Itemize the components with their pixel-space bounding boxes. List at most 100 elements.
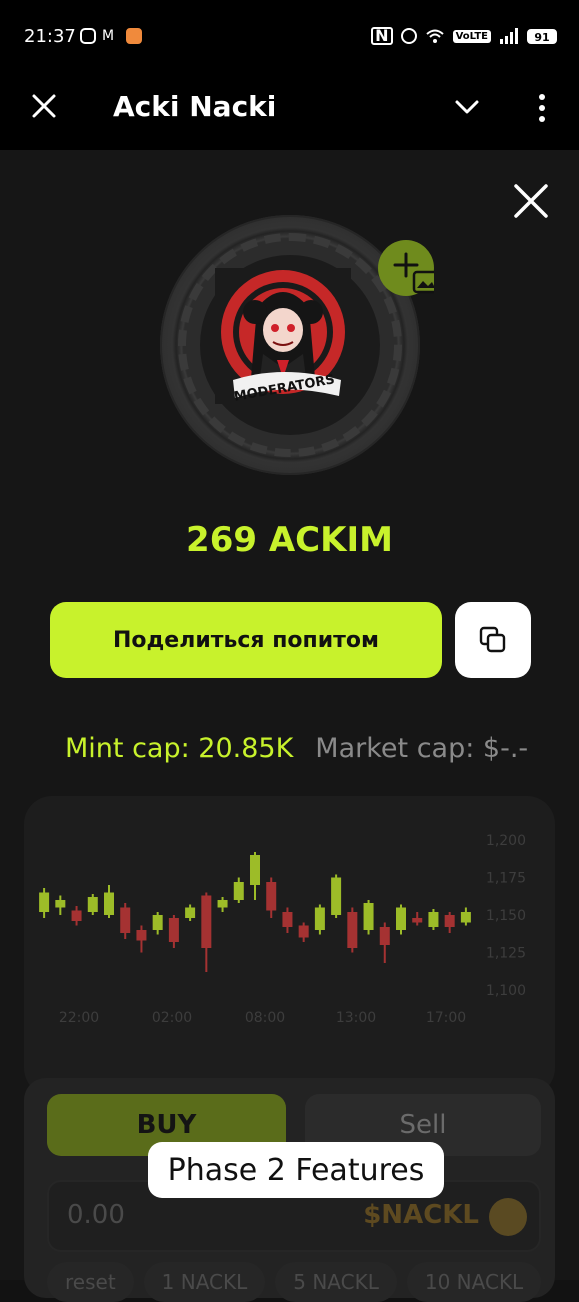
candle <box>217 897 228 912</box>
caps-row: Mint cap: 20.85K Market cap: $-.- <box>65 733 528 764</box>
candle-body <box>71 910 82 921</box>
avatar-caption-layer: MODERATORS <box>233 372 336 404</box>
wifi-icon <box>425 29 444 43</box>
candle-body <box>250 855 260 885</box>
add-image-icon <box>393 252 440 294</box>
candle <box>363 900 374 935</box>
candle <box>428 909 439 930</box>
candle <box>314 904 325 935</box>
status-right-icons: N VoLTE 91 <box>371 27 557 45</box>
token-amount: 269 ACKIM <box>186 520 393 560</box>
app-bar: Acki Nacki <box>0 72 579 150</box>
preset-chips: reset 1 NACKL 5 NACKL 10 NACKL <box>47 1262 542 1302</box>
candle <box>55 895 66 915</box>
mint-cap: Mint cap: 20.85K <box>65 733 294 764</box>
candle <box>298 922 309 942</box>
add-image-button[interactable] <box>378 240 440 296</box>
candle <box>136 925 147 953</box>
close-icon[interactable] <box>28 90 60 122</box>
signal-icon <box>500 28 518 44</box>
chip-reset[interactable]: reset <box>47 1262 134 1302</box>
battery-icon: 91 <box>527 28 557 44</box>
more-options-icon[interactable] <box>530 92 554 124</box>
x-tick-label: 02:00 <box>152 1010 192 1026</box>
y-tick-label: 1,100 <box>486 983 526 999</box>
candle-body <box>331 877 342 915</box>
y-tick-label: 1,200 <box>486 833 526 849</box>
gmail-icon: M <box>102 28 115 44</box>
status-time: 21:37 <box>24 26 76 47</box>
candle <box>39 888 50 918</box>
volte-badge: VoLTE <box>452 29 491 43</box>
candle <box>152 912 163 935</box>
price-chart-card: 1,200 1,175 1,150 1,125 1,100 22:00 02:00 08:00… <box>24 796 555 1096</box>
candle <box>282 907 293 933</box>
copy-button[interactable] <box>455 602 531 678</box>
candle <box>266 877 277 918</box>
alarm-icon <box>400 28 417 44</box>
status-bar: 21:37 M N VoLTE 91 <box>0 0 579 72</box>
nfc-icon: N <box>371 27 393 45</box>
candle-body <box>298 925 309 938</box>
market-cap: Market cap: $-.- <box>315 733 529 764</box>
share-button[interactable]: Поделиться попитом <box>50 602 442 678</box>
candle <box>201 892 212 972</box>
y-tick-label: 1,150 <box>486 908 526 924</box>
phase2-tooltip: Phase 2 Features <box>148 1142 444 1198</box>
candle-body <box>282 912 293 927</box>
sell-tab-label: Sell <box>399 1110 447 1140</box>
status-left-icons: M <box>80 28 142 44</box>
close-panel-icon[interactable] <box>510 180 552 222</box>
share-button-label: Поделиться попитом <box>112 627 379 653</box>
avatar-caption: MODERATORS <box>233 372 336 404</box>
candle-body <box>185 907 196 918</box>
copy-icon <box>479 626 506 653</box>
candle-body <box>217 900 228 908</box>
candle-body <box>55 900 66 908</box>
y-tick-label: 1,125 <box>486 946 526 962</box>
candle <box>331 874 342 918</box>
candle-body <box>104 892 114 915</box>
candle <box>120 903 131 939</box>
chip-10-nackl[interactable]: 10 NACKL <box>406 1262 542 1302</box>
candle <box>396 904 406 935</box>
candle <box>444 912 455 933</box>
candle <box>250 852 260 900</box>
token-avatar[interactable]: MODERATORS <box>215 268 351 404</box>
candle <box>185 904 196 921</box>
smile-icon <box>489 1198 527 1236</box>
candle <box>379 922 390 963</box>
candle <box>460 907 471 926</box>
candle-body <box>266 882 277 911</box>
candle-body <box>444 915 455 927</box>
candle-body <box>87 897 98 912</box>
candle-body <box>428 912 439 927</box>
candle-body <box>363 903 374 930</box>
candle-body <box>233 882 244 900</box>
candle-body <box>120 907 131 933</box>
candle-body <box>39 892 50 912</box>
candle-body <box>347 912 358 948</box>
candle <box>71 906 82 926</box>
candle-body <box>379 927 390 945</box>
candle <box>168 915 179 948</box>
currency-label: $NACKL <box>363 1200 479 1230</box>
chevron-down-icon[interactable] <box>452 92 482 122</box>
candle-body <box>412 918 423 923</box>
candle <box>347 907 358 953</box>
tooltip-text: Phase 2 Features <box>167 1152 425 1188</box>
candle <box>233 877 244 903</box>
x-tick-label: 22:00 <box>59 1010 99 1026</box>
instagram-icon <box>80 28 96 44</box>
candle-body <box>168 918 179 942</box>
chip-5-nackl[interactable]: 5 NACKL <box>275 1262 397 1302</box>
chip-1-nackl[interactable]: 1 NACKL <box>143 1262 266 1302</box>
candle <box>87 894 98 915</box>
price-chart: 1,200 1,175 1,150 1,125 1,100 22:00 02:00 08:00… <box>39 833 526 1026</box>
candle-body <box>201 895 212 948</box>
candle <box>412 912 423 926</box>
candle-body <box>396 907 406 930</box>
buy-tab-label: BUY <box>136 1110 197 1140</box>
candle-body <box>152 915 163 930</box>
x-tick-label: 08:00 <box>245 1010 285 1026</box>
